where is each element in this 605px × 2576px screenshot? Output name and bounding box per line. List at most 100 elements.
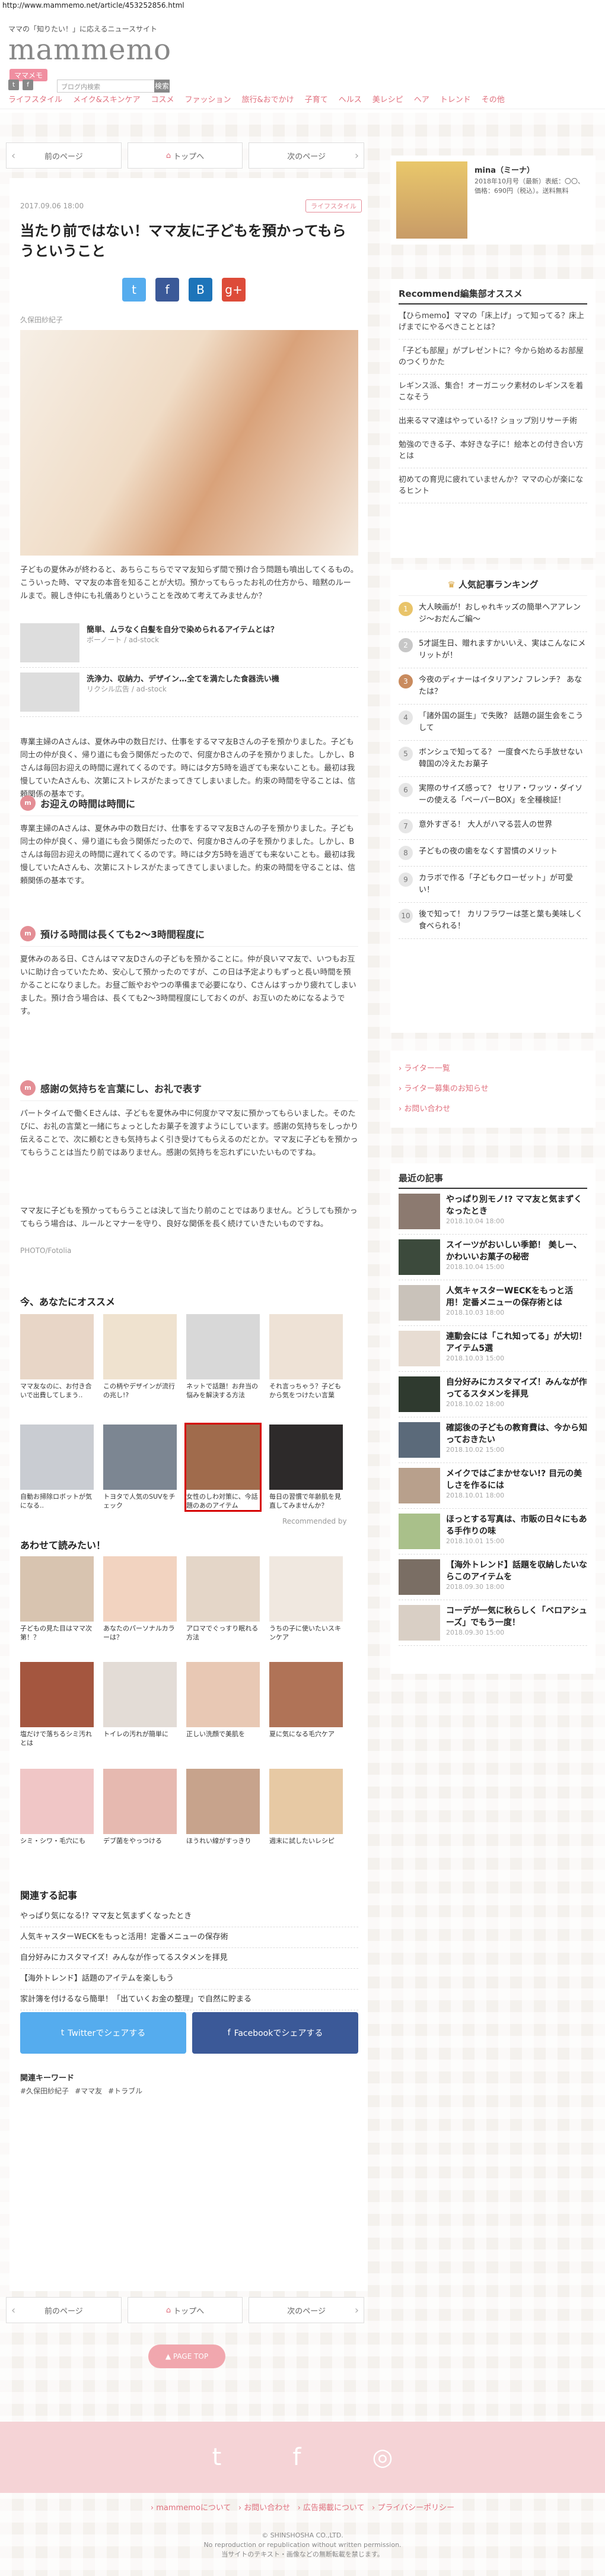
nav-item[interactable]: その他 bbox=[482, 93, 505, 104]
sidebar-recommend-item[interactable]: 勉強のできる子、本好きな子に！絵本との付き合い方とは bbox=[399, 433, 587, 468]
ranking-item[interactable]: 7 意外すぎる！ 大人がハマる芸人の世界 bbox=[399, 813, 587, 840]
recommend-tile[interactable]: この柄やデザインが流行の兆し!? bbox=[103, 1314, 177, 1400]
ranking-item[interactable]: 8 子どもの夜の歯をなくす習慣のメリット bbox=[399, 840, 587, 867]
keyword-tag[interactable]: #ママ友 bbox=[75, 2086, 102, 2096]
facebook-share-icon[interactable]: f bbox=[155, 278, 179, 302]
page-top-button[interactable]: ▲ PAGE TOP bbox=[148, 2345, 225, 2368]
sidebar-ad[interactable]: mina（ミーナ） 2018年10月号（最新）表紙：〇〇、価格：690円（税込）… bbox=[390, 156, 596, 245]
prev-page-button[interactable]: ‹ 前のページ bbox=[6, 142, 122, 169]
sidebar-recommend-item[interactable]: レギンス派、集合！オーガニック素材のレギンスを着こなそう bbox=[399, 375, 587, 410]
twitter-share-button[interactable]: t Twitterでシェアする bbox=[20, 2012, 186, 2054]
newest-item[interactable]: 自分好みにカスタマイズ！みんなが作ってるスタメンを拝見 2018.10.02 18… bbox=[399, 1372, 587, 1417]
newest-item-title: ほっとする写真は、市販の日々にもある手作りの味 bbox=[446, 1515, 587, 1536]
keywords-title: 関連キーワード bbox=[20, 2074, 75, 2083]
related-link[interactable]: 洗浄力、収納力、デザイン…全てを満たした食器洗い機 リクシル広告 / ad-sto… bbox=[20, 668, 358, 717]
ad-tile[interactable]: 夏に気になる毛穴ケア bbox=[269, 1662, 343, 1739]
nav-item[interactable]: ヘルス bbox=[339, 93, 362, 104]
ad-tile[interactable]: 塩だけで落ちるシミ汚れとは bbox=[20, 1662, 94, 1747]
twitter-share-icon[interactable]: t bbox=[122, 278, 146, 302]
ranking-item[interactable]: 6 実際のサイズ感って？ セリア・ワッツ・ダイソーの使える「ペーパーBOX」を全種… bbox=[399, 777, 587, 813]
facebook-icon[interactable]: f bbox=[292, 2444, 301, 2471]
prev-page-button[interactable]: ‹ 前のページ bbox=[6, 2297, 122, 2323]
sidebar-link[interactable]: › ライター一覧 bbox=[399, 1059, 587, 1079]
nav-item[interactable]: 旅行&おでかけ bbox=[242, 93, 294, 104]
newest-item[interactable]: 【海外トレンド】話題を収納したいならこのアイテムを 2018.09.30 18:0… bbox=[399, 1555, 587, 1600]
twitter-icon[interactable]: t bbox=[212, 2444, 222, 2471]
recommend-tile[interactable]: 毎日の習慣で年齢肌を見直してみませんか？ bbox=[269, 1425, 343, 1510]
sidebar-recommend-item[interactable]: 「子ども部屋」がプレゼントに？今から始めるお部屋のつくりかた bbox=[399, 340, 587, 375]
newest-item[interactable]: メイクではごまかせない!? 目元の美しさを作るには 2018.10.01 18:0… bbox=[399, 1463, 587, 1509]
ad-tile[interactable]: 子どもの見た目はママ次第！？ bbox=[20, 1556, 94, 1642]
newest-thumb bbox=[399, 1194, 440, 1229]
nav-item[interactable]: ヘア bbox=[414, 93, 429, 104]
nav-item[interactable]: コスメ bbox=[151, 93, 174, 104]
recommend-tile[interactable]: それ言っちゃう？子どもから気をつけたい言葉 bbox=[269, 1314, 343, 1400]
sidebar-recommend-item[interactable]: 出来るママ達はやっている!? ショップ別リサーチ術 bbox=[399, 410, 587, 433]
site-logo[interactable]: mammemo bbox=[8, 33, 171, 66]
tile-caption: この柄やデザインが流行の兆し!? bbox=[103, 1382, 175, 1399]
newest-item[interactable]: コーデが一気に秋らしく「ベロアシューズ」でもう一度！ 2018.09.30 15:… bbox=[399, 1600, 587, 1646]
sidebar-link[interactable]: › ライター募集のお知らせ bbox=[399, 1079, 587, 1099]
footer-link[interactable]: › 広告掲載について bbox=[298, 2504, 365, 2512]
ad-title: あわせて読みたい！ bbox=[20, 1540, 106, 1551]
nav-item[interactable]: ライフスタイル bbox=[8, 93, 62, 104]
newest-item[interactable]: 人気キャスターWECKをもっと活用！定番メニューの保存術とは 2018.10.03… bbox=[399, 1280, 587, 1326]
nav-item[interactable]: メイク&スキンケア bbox=[73, 93, 141, 104]
newest-item[interactable]: ほっとする写真は、市販の日々にもある手作りの味 2018.10.01 15:00 bbox=[399, 1509, 587, 1555]
footer-link[interactable]: › プライバシーポリシー bbox=[372, 2504, 454, 2512]
newest-item[interactable]: スイーツがおいしい季節！ 美しー、かわいいお菓子の秘密 2018.10.04 15… bbox=[399, 1235, 587, 1280]
newest-item[interactable]: 確認後の子どもの教育費は、今から知っておきたい 2018.10.02 15:00 bbox=[399, 1417, 587, 1463]
recommend-tile[interactable]: トヨタで人気のSUVをチェック bbox=[103, 1425, 177, 1510]
related-item[interactable]: 家計簿を付けるなら簡単！「出ていくお金の整理」で自然に貯まる bbox=[20, 1990, 358, 2010]
keyword-tag[interactable]: #久保田紗紀子 bbox=[20, 2086, 69, 2096]
related-item[interactable]: 【海外トレンド】話題のアイテムを楽しもう bbox=[20, 1969, 358, 1990]
ad-tile[interactable]: デブ菌をやっつける bbox=[103, 1769, 177, 1845]
recommend-tile-highlighted[interactable]: 女性のしわ対策に、今話題のあのアイテム bbox=[184, 1423, 262, 1512]
newest-item[interactable]: 連動会には「これ知ってる」が大切！アイテム5選 2018.10.03 15:00 bbox=[399, 1326, 587, 1372]
next-page-button[interactable]: 次のページ › bbox=[249, 2297, 365, 2323]
ranking-item[interactable]: 4 「諸外国の誕生」で失敗？ 話題の誕生会をこうして bbox=[399, 705, 587, 741]
ad-tile[interactable]: ほうれい線がすっきり bbox=[186, 1769, 260, 1845]
nav-item[interactable]: トレンド bbox=[440, 93, 471, 104]
next-page-button[interactable]: 次のページ › bbox=[249, 142, 365, 169]
nav-item[interactable]: ファッション bbox=[185, 93, 231, 104]
section-heading: m 感謝の気持ちを言葉にし、お礼で表す bbox=[20, 1080, 358, 1101]
recommend-tile[interactable]: ネットで話題！お弁当の悩みを解決する方法 bbox=[186, 1314, 260, 1400]
bookmark-share-icon[interactable]: B bbox=[189, 278, 212, 302]
related-item[interactable]: 人気キャスターWECKをもっと活用！定番メニューの保存術 bbox=[20, 1927, 358, 1948]
ranking-item[interactable]: 10 後で知って！ カリフラワーは茎と葉も美味しく食べられる！ bbox=[399, 903, 587, 939]
ad-tile[interactable]: トイレの汚れが簡単に bbox=[103, 1662, 177, 1739]
sidebar-recommend-item[interactable]: 【ひらmemo】ママの「床上げ」って知ってる？床上げまでにやるべきこととは？ bbox=[399, 304, 587, 340]
facebook-share-button[interactable]: f Facebookでシェアする bbox=[192, 2012, 358, 2054]
ad-tile[interactable]: シミ・シワ・毛穴にも bbox=[20, 1769, 94, 1845]
nav-item[interactable]: 子育て bbox=[305, 93, 328, 104]
nav-item[interactable]: 美レシピ bbox=[372, 93, 403, 104]
related-link[interactable]: 簡単、ムラなく白髪を自分で染められるアイテムとは？ ボーノート / ad-stoc… bbox=[20, 618, 358, 668]
ad-tile[interactable]: うちの子に使いたいスキンケア bbox=[269, 1556, 343, 1642]
sidebar-recommend-item[interactable]: 初めての育児に疲れていませんか？ママの心が楽になるヒント bbox=[399, 468, 587, 503]
ad-tile[interactable]: あなたのパーソナルカラーは？ bbox=[103, 1556, 177, 1642]
body-text: 専業主婦のAさんは、夏休み中の数日だけ、仕事をするママ友Bさんの子を預かりました… bbox=[20, 738, 356, 799]
keyword-tag[interactable]: #トラブル bbox=[108, 2086, 142, 2096]
related-item[interactable]: 自分好みにカスタマイズ！みんなが作ってるスタメンを拝見 bbox=[20, 1948, 358, 1969]
top-page-button[interactable]: ⌂ トップへ bbox=[127, 142, 243, 169]
ranking-item[interactable]: 5 ボンシュで知ってる？ 一度食べたら手放せない 韓国の冷えたお菓子 bbox=[399, 741, 587, 777]
category-badge[interactable]: ライフスタイル bbox=[305, 199, 362, 212]
top-page-button[interactable]: ⌂ トップへ bbox=[127, 2297, 243, 2323]
footer-link[interactable]: › お問い合わせ bbox=[238, 2504, 290, 2512]
recommend-tile[interactable]: 自動お掃除ロボットが気になる.. bbox=[20, 1425, 94, 1510]
google-plus-icon[interactable]: g+ bbox=[222, 278, 246, 302]
ranking-item[interactable]: 1 大人映画が！おしゃれキッズの簡単ヘアアレンジ〜おだんご編〜 bbox=[399, 596, 587, 632]
ranking-item[interactable]: 3 今夜のディナーはイタリアン♪ フレンチ？ あなたは？ bbox=[399, 668, 587, 705]
sidebar-link[interactable]: › お問い合わせ bbox=[399, 1099, 587, 1119]
ad-tile[interactable]: 週末に試したいレシピ bbox=[269, 1769, 343, 1845]
newest-item[interactable]: やっぱり別モノ!? ママ友と気まずくなったとき 2018.10.04 18:00 bbox=[399, 1189, 587, 1235]
footer-link[interactable]: › mammemoについて bbox=[151, 2504, 231, 2512]
ad-tile[interactable]: アロマでぐっすり眠れる方法 bbox=[186, 1556, 260, 1642]
ranking-item[interactable]: 9 カラボで作る「子どもクローゼット」が可愛い！ bbox=[399, 867, 587, 903]
instagram-icon[interactable]: ◎ bbox=[372, 2444, 393, 2471]
recommend-tile[interactable]: ママ友なのに、お付き合いで出費してしまう.. bbox=[20, 1314, 94, 1400]
ad-tile[interactable]: 正しい洗顔で美肌を bbox=[186, 1662, 260, 1739]
ranking-item[interactable]: 2 5才誕生日、贈れますかいいえ、実はこんなにメリットが！ bbox=[399, 632, 587, 668]
related-item[interactable]: やっぱり気になる!? ママ友と気まずくなったとき bbox=[20, 1906, 358, 1927]
